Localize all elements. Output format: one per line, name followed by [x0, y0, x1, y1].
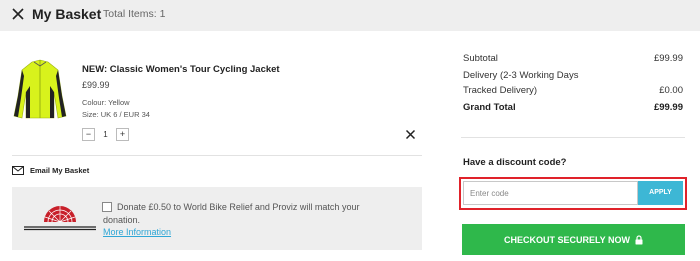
checkout-label: CHECKOUT SECURELY NOW — [503, 234, 630, 245]
email-basket-link[interactable]: Email My Basket — [30, 166, 89, 175]
increase-quantity-button[interactable]: + — [116, 127, 129, 141]
product-colour: Colour: Yellow — [82, 98, 130, 107]
cycling-jacket-image[interactable] — [12, 56, 68, 122]
remove-item-icon[interactable] — [405, 129, 416, 140]
product-size: Size: UK 6 / EUR 34 — [82, 110, 150, 119]
close-icon[interactable] — [10, 6, 26, 22]
checkout-button[interactable]: CHECKOUT SECURELY NOW — [462, 224, 685, 255]
envelope-icon[interactable] — [12, 166, 24, 175]
basket-title: My Basket — [32, 6, 102, 22]
subtotal-value: £99.99 — [653, 53, 683, 64]
charity-donation-panel: Donate £0.50 to World Bike Relief and Pr… — [12, 187, 422, 250]
apply-discount-button[interactable]: APPLY — [638, 181, 683, 205]
world-bicycle-relief-logo — [20, 200, 100, 236]
more-information-link[interactable]: More Information — [103, 227, 171, 237]
divider — [12, 155, 422, 156]
decrease-quantity-button[interactable]: − — [82, 127, 95, 141]
quantity-stepper: − 1 + — [82, 127, 129, 141]
grand-total-value: £99.99 — [653, 102, 683, 113]
discount-code-input[interactable] — [463, 181, 638, 205]
delivery-label-line1: Delivery (2-3 Working Days — [463, 70, 579, 81]
divider — [461, 137, 685, 138]
donation-text: Donate £0.50 to World Bike Relief and Pr… — [103, 202, 360, 225]
product-price: £99.99 — [82, 80, 110, 90]
grand-total-label: Grand Total — [463, 102, 516, 113]
delivery-value: £0.00 — [659, 85, 683, 96]
product-name[interactable]: NEW: Classic Women's Tour Cycling Jacket — [82, 64, 280, 75]
delivery-label-line2: Tracked Delivery) — [463, 85, 538, 96]
basket-header: My Basket Total Items: 1 — [0, 0, 700, 31]
lock-icon — [635, 234, 643, 245]
discount-heading: Have a discount code? — [463, 157, 567, 168]
subtotal-label: Subtotal — [463, 53, 498, 64]
total-items-count: Total Items: 1 — [103, 8, 166, 20]
quantity-value[interactable]: 1 — [95, 130, 116, 139]
